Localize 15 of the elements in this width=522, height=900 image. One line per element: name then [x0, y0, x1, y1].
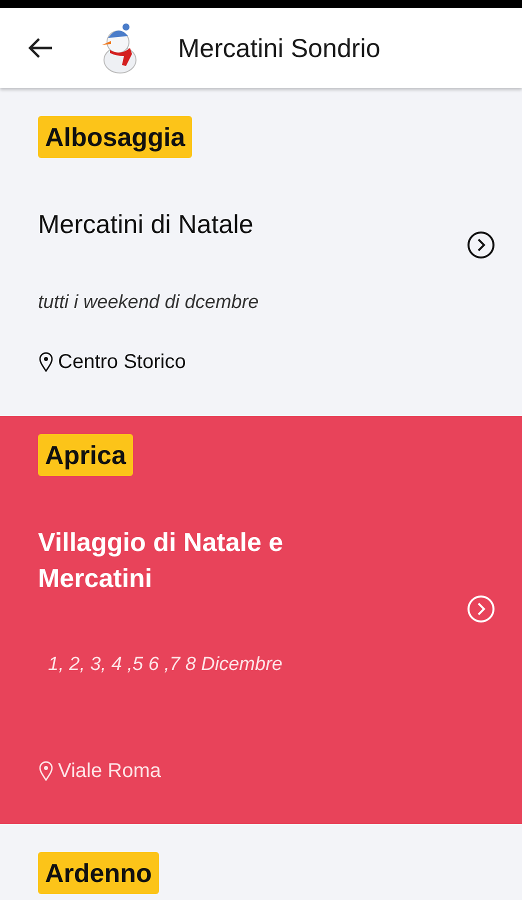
event-title: Villaggio di Natale e Mercatini [38, 526, 284, 595]
event-card[interactable]: Aprica Villaggio di Natale e Mercatini 1, 2, 3, 4 ,5 6 ,7 8 Dicembre Viale Roma [0, 416, 522, 824]
town-tag: Aprica [38, 434, 133, 476]
town-tag: Ardenno [38, 852, 159, 894]
location-pin-icon [38, 352, 54, 372]
chevron-right-icon[interactable] [466, 230, 496, 260]
event-title: Mercatini di Natale [38, 208, 254, 241]
event-location: Centro Storico [58, 350, 186, 374]
event-dates: tutti i weekend di dcembre [38, 291, 259, 315]
town-tag: Albosaggia [38, 116, 192, 158]
event-location: Viale Roma [58, 759, 162, 783]
location-pin-icon [38, 761, 54, 781]
app-title: Mercatini Sondrio [178, 32, 380, 64]
back-arrow-icon [26, 36, 54, 60]
event-dates: 1, 2, 3, 4 ,5 6 ,7 8 Dicembre [48, 653, 282, 677]
